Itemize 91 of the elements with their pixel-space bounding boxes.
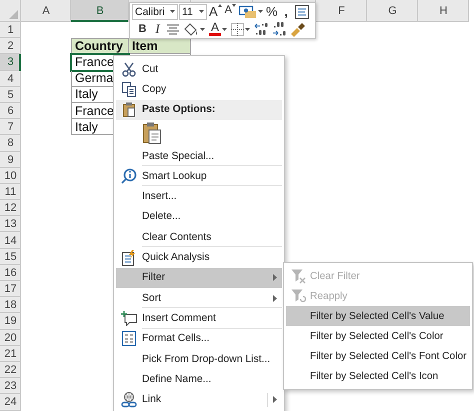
link-icon — [121, 392, 137, 408]
decrease-decimal-icon — [272, 22, 286, 36]
wrap-text-button[interactable] — [294, 4, 310, 20]
dropdown-caret-icon — [245, 28, 250, 31]
corner-triangle-icon — [9, 10, 18, 19]
menu-item[interactable]: Delete... — [116, 206, 282, 228]
row-header[interactable]: 5 — [0, 86, 21, 103]
submenu-arrow-icon — [273, 294, 277, 302]
row-header[interactable]: 20 — [0, 330, 21, 346]
dropdown-caret-icon — [200, 28, 205, 31]
grow-font-button[interactable]: A — [208, 4, 223, 20]
row-header[interactable]: 14 — [0, 232, 21, 249]
caret-up-icon — [218, 4, 222, 7]
filter-refresh-icon — [290, 288, 306, 304]
column-header[interactable]: H — [418, 0, 469, 22]
comment-icon — [121, 310, 137, 326]
copy-icon — [122, 82, 136, 97]
row-header[interactable]: 3 — [0, 54, 21, 71]
bold-button[interactable]: B — [136, 21, 149, 38]
column-header[interactable]: A — [21, 0, 71, 22]
dropdown-caret-icon — [170, 10, 175, 14]
row-header[interactable]: 8 — [0, 135, 21, 152]
table-header-cell: Country — [71, 38, 129, 54]
fill-color-button[interactable] — [182, 21, 206, 38]
increase-decimal-button[interactable] — [253, 21, 269, 38]
submenu-item[interactable]: Filter by Selected Cell's Font Color — [286, 346, 470, 366]
row-header[interactable]: 21 — [0, 346, 21, 362]
caret-down-icon — [232, 4, 236, 7]
row-header[interactable]: 17 — [0, 281, 21, 298]
row-header[interactable]: 18 — [0, 297, 21, 314]
menu-item[interactable]: Insert... — [116, 186, 282, 207]
row-header[interactable]: 24 — [0, 394, 21, 410]
menu-section-header: Paste Options: — [116, 100, 282, 120]
menu-item[interactable]: Quick Analysis — [116, 247, 282, 268]
paste-button[interactable] — [141, 120, 163, 145]
font-name-field[interactable]: Calibri — [132, 4, 178, 20]
menu-item[interactable]: Filter — [116, 268, 282, 288]
row-header[interactable]: 13 — [0, 216, 21, 232]
row-header[interactable]: 6 — [0, 102, 21, 120]
format-painter-icon — [290, 21, 306, 38]
font-size-field[interactable]: 11 — [179, 4, 207, 20]
align-center-icon — [167, 24, 179, 35]
filter-clear-icon — [290, 268, 306, 284]
submenu-item[interactable]: Filter by Selected Cell's Icon — [286, 366, 470, 386]
accounting-format-button[interactable] — [238, 4, 264, 20]
row-header[interactable]: 22 — [0, 362, 21, 378]
quick-analysis-icon — [122, 250, 136, 266]
borders-button[interactable] — [230, 21, 251, 38]
percent-button[interactable]: % — [265, 4, 279, 20]
decrease-decimal-button[interactable] — [271, 21, 287, 38]
table-header-cell: Item — [129, 38, 191, 54]
row-header[interactable]: 2 — [0, 38, 21, 54]
scissors-icon — [122, 62, 136, 77]
dropdown-caret-icon — [199, 10, 204, 14]
format-painter-button[interactable] — [289, 21, 307, 38]
row-header[interactable]: 10 — [0, 168, 21, 184]
row-header[interactable]: 7 — [0, 119, 21, 136]
row-header[interactable]: 23 — [0, 378, 21, 394]
row-header[interactable]: 11 — [0, 184, 21, 200]
row-header[interactable]: 4 — [0, 70, 21, 87]
format-cells-icon — [122, 331, 136, 346]
row-header[interactable]: 15 — [0, 248, 21, 265]
italic-button[interactable]: I — [151, 21, 164, 38]
menu-item[interactable]: Format Cells... — [116, 328, 282, 349]
dropdown-caret-icon — [258, 10, 264, 14]
menu-item[interactable]: Link — [116, 389, 282, 410]
column-header[interactable]: G — [367, 0, 418, 22]
accounting-format-icon — [239, 4, 258, 19]
row-header[interactable]: 12 — [0, 200, 21, 216]
shrink-font-button[interactable]: A — [224, 4, 238, 20]
row-header[interactable]: 16 — [0, 264, 21, 281]
submenu-arrow-icon — [273, 274, 277, 282]
wrap-text-icon — [294, 4, 309, 19]
column-header[interactable]: B — [71, 0, 129, 22]
font-color-button[interactable]: A — [208, 21, 228, 38]
borders-icon — [231, 22, 244, 36]
dropdown-caret-icon — [222, 28, 227, 31]
submenu-arrow-icon — [273, 396, 277, 404]
clipboard-icon — [143, 122, 161, 144]
row-header[interactable]: 1 — [0, 22, 21, 38]
menu-item[interactable]: Pick From Drop-down List... — [116, 348, 282, 370]
submenu-item[interactable]: Filter by Selected Cell's Value — [286, 306, 470, 326]
menu-item[interactable]: Define Name... — [116, 369, 282, 390]
comma-style-button[interactable]: , — [280, 4, 293, 20]
row-header[interactable]: 9 — [0, 152, 21, 168]
row-header[interactable]: 19 — [0, 313, 21, 330]
lookup-icon — [121, 168, 137, 184]
submenu-item[interactable]: Filter by Selected Cell's Color — [286, 326, 470, 346]
column-header[interactable]: F — [316, 0, 367, 22]
increase-decimal-icon — [254, 22, 268, 36]
clipboard-icon — [123, 102, 135, 118]
